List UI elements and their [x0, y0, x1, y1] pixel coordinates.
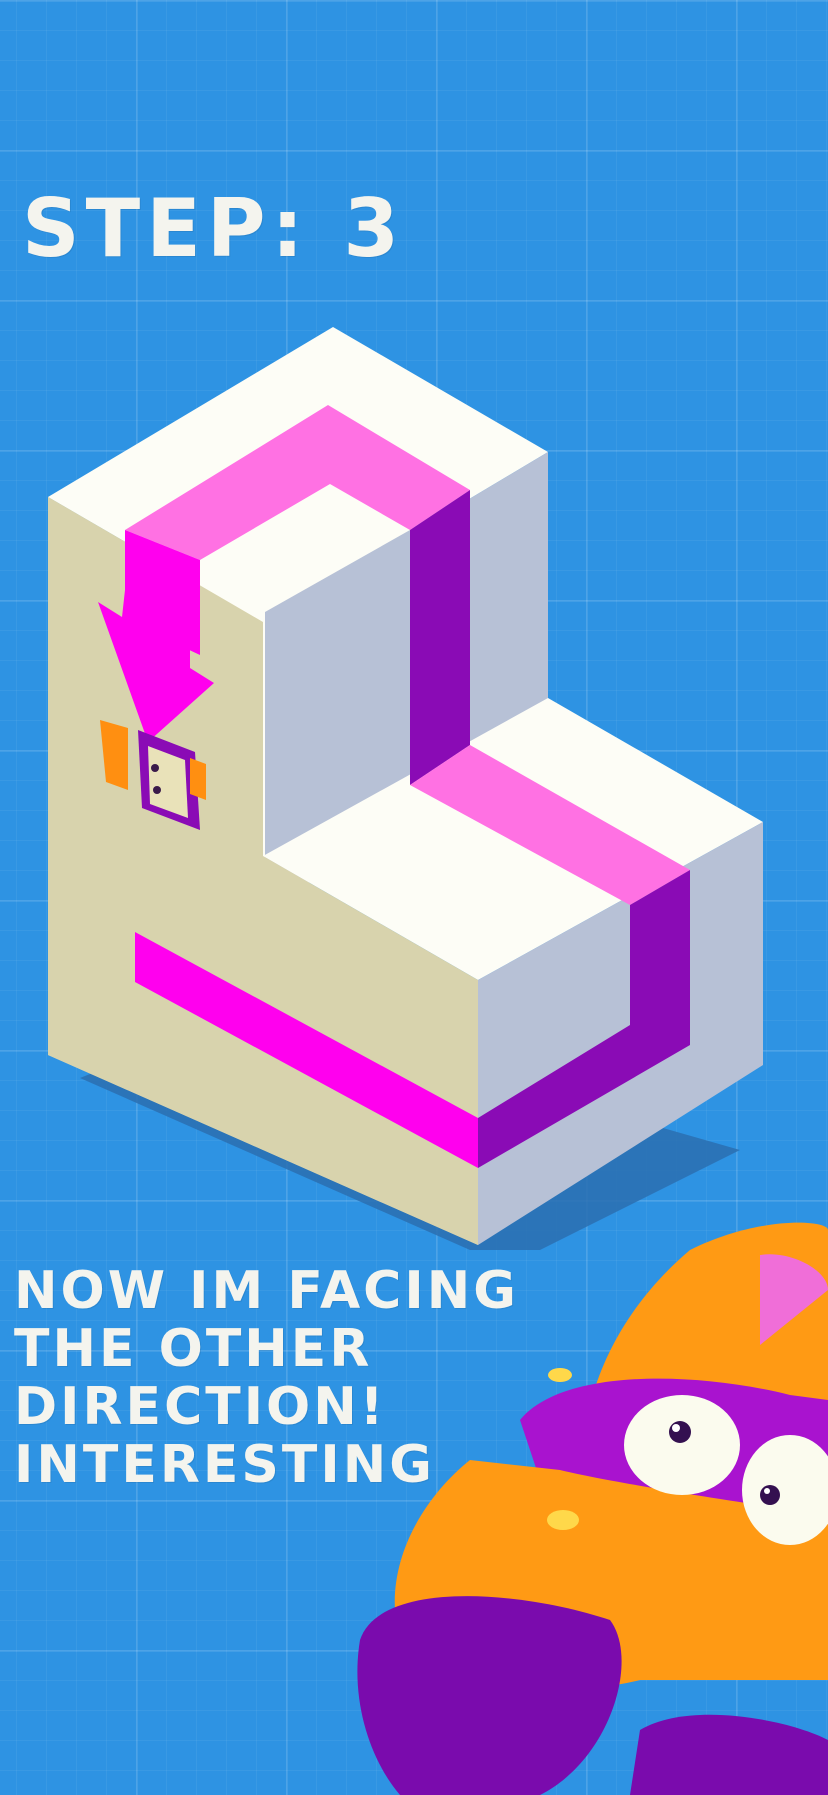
dialogue-line: DIRECTION!: [14, 1377, 387, 1437]
dialogue-line: INTERESTING: [14, 1435, 435, 1495]
dialogue-text: NOW IM FACING THE OTHER DIRECTION! INTER…: [14, 1262, 519, 1494]
dialogue-line: THE OTHER: [14, 1319, 373, 1379]
path-right-vertical: [410, 490, 470, 785]
dialogue-line: NOW IM FACING: [14, 1261, 519, 1321]
step-counter: STEP: 3: [22, 182, 405, 275]
